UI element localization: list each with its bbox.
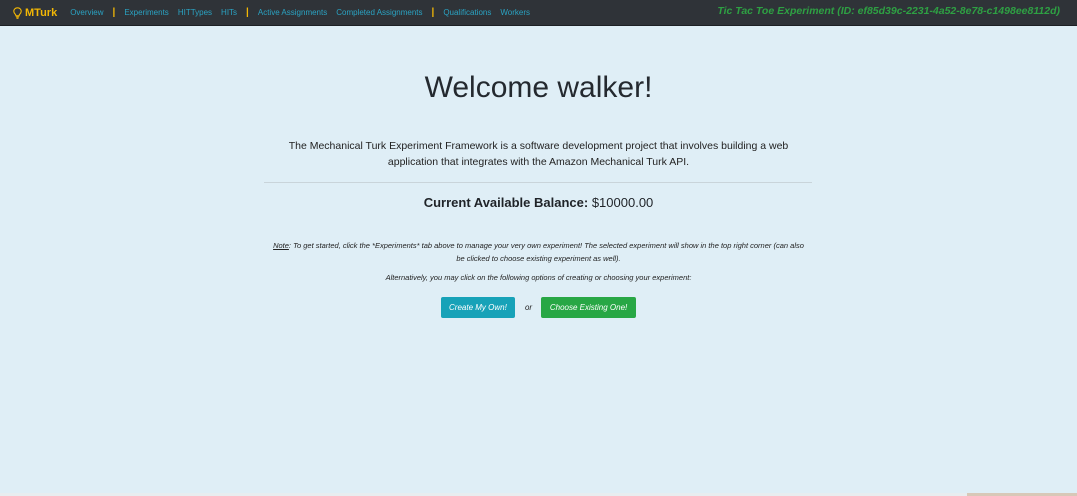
getting-started-note: Note: To get started, click the *Experim… — [268, 239, 809, 265]
nav-link-overview[interactable]: Overview — [70, 8, 103, 17]
or-text: or — [524, 303, 533, 312]
balance-label: Current Available Balance: — [423, 195, 589, 210]
intro-text: The Mechanical Turk Experiment Framework… — [288, 140, 789, 168]
nav-link-workers[interactable]: Workers — [500, 8, 530, 17]
choose-experiment-button[interactable]: Choose Existing One! — [541, 297, 637, 318]
nav-link-qualifications[interactable]: Qualifications — [443, 8, 491, 17]
balance-value: $10000.00 — [591, 195, 654, 210]
nav-link-completed-assignments[interactable]: Completed Assignments — [336, 8, 422, 17]
brand-link[interactable]: MTurk — [13, 7, 57, 19]
note-text: : To get started, click the *Experiments… — [288, 241, 804, 263]
action-buttons: Create My Own! or Choose Existing One! — [0, 297, 1077, 318]
create-experiment-button[interactable]: Create My Own! — [440, 297, 515, 318]
selected-experiment-link[interactable]: Tic Tac Toe Experiment (ID: ef85d39c-223… — [717, 5, 1060, 17]
note-label: Note — [273, 241, 289, 250]
page-title: Welcome walker! — [424, 71, 653, 104]
balance-display: Current Available Balance: $10000.00 — [0, 195, 1077, 210]
divider — [264, 182, 812, 183]
main-content: Welcome walker! The Mechanical Turk Expe… — [0, 27, 1077, 496]
alternative-text: Alternatively, you may click on the foll… — [385, 273, 692, 282]
nav-link-hits[interactable]: HITs — [221, 8, 237, 17]
nav-links: Overview | Experiments HITTypes HITs | A… — [70, 7, 539, 18]
nav-separator: | — [431, 7, 435, 18]
nav-link-experiments[interactable]: Experiments — [124, 8, 168, 17]
nav-link-hittypes[interactable]: HITTypes — [178, 8, 212, 17]
lightbulb-icon — [13, 6, 22, 19]
nav-separator: | — [246, 7, 249, 18]
top-navbar: MTurk Overview | Experiments HITTypes HI… — [0, 0, 1077, 26]
nav-link-active-assignments[interactable]: Active Assignments — [258, 8, 327, 17]
nav-separator: | — [112, 7, 116, 18]
brand-label: MTurk — [25, 6, 58, 19]
